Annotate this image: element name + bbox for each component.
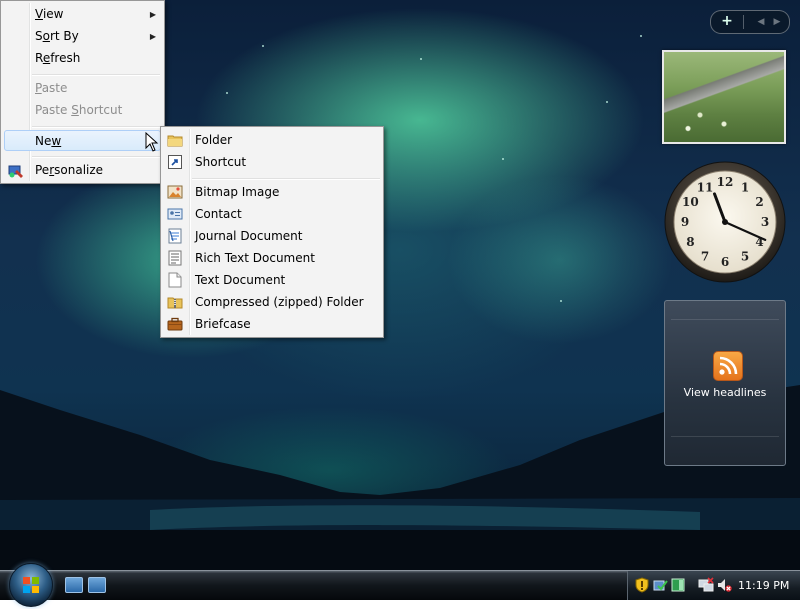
menu-item-label: New: [35, 134, 62, 148]
clock-gadget[interactable]: 1234567891011 12: [663, 160, 787, 284]
submenu-item-label: Rich Text Document: [195, 251, 315, 265]
divider: [743, 15, 744, 29]
add-gadget-button[interactable]: +: [717, 11, 737, 33]
clock-numeral: 11: [697, 180, 714, 194]
divider: [671, 436, 779, 437]
next-page-button[interactable]: ▶: [769, 11, 785, 33]
submenu-arrow-icon: ▶: [149, 32, 156, 41]
submenu-item-bitmap-image[interactable]: Bitmap Image: [164, 181, 380, 203]
submenu-item-text-document[interactable]: Text Document: [164, 269, 380, 291]
zip-folder-icon: [167, 297, 183, 309]
submenu-item-label: Bitmap Image: [195, 185, 280, 199]
divider: [671, 319, 779, 320]
feed-headlines-gadget[interactable]: View headlines: [664, 300, 786, 466]
menu-separator: [32, 74, 160, 76]
menu-item-label: Paste Shortcut: [35, 103, 123, 117]
submenu-item-label: Briefcase: [195, 317, 251, 331]
security-shield-icon[interactable]: [634, 577, 650, 593]
clock-numeral: 7: [701, 250, 709, 264]
bitmap-icon: [167, 185, 183, 199]
menu-separator: [32, 126, 160, 128]
folder-icon: [167, 135, 183, 147]
new-submenu: Folder Shortcut Bitmap Image Contact Jou…: [160, 126, 384, 338]
submenu-item-label: Folder: [195, 133, 233, 147]
clock-numeral: 10: [682, 195, 699, 209]
submenu-item-label: Contact: [195, 207, 242, 221]
view-headlines-link[interactable]: View headlines: [665, 386, 785, 399]
clock-numeral: 2: [755, 195, 763, 209]
submenu-item-contact[interactable]: Contact: [164, 203, 380, 225]
submenu-item-folder[interactable]: Folder: [164, 129, 380, 151]
menu-separator: [192, 178, 380, 180]
submenu-item-label: Journal Document: [195, 229, 303, 243]
menu-item-label: Refresh: [35, 51, 81, 65]
notification-area: 11:19 PM: [627, 571, 800, 600]
clock-numeral: 6: [721, 255, 729, 269]
clock-numeral: 3: [761, 215, 769, 229]
menu-item-new[interactable]: New: [4, 130, 161, 151]
rich-text-icon: [168, 250, 182, 266]
menu-item-label: Personalize: [35, 163, 104, 177]
start-button[interactable]: [9, 563, 53, 607]
menu-item-refresh[interactable]: Refresh: [4, 48, 161, 69]
text-document-icon: [168, 272, 182, 288]
journal-icon: [168, 228, 182, 244]
submenu-item-label: Compressed (zipped) Folder: [195, 295, 364, 309]
submenu-item-rich-text-document[interactable]: Rich Text Document: [164, 247, 380, 269]
volume-muted-icon[interactable]: [716, 577, 732, 593]
menu-item-sort-by[interactable]: Sort By ▶: [4, 26, 161, 47]
submenu-arrow-icon: ▶: [149, 10, 156, 19]
contact-icon: [167, 208, 183, 220]
menu-item-paste[interactable]: Paste: [4, 78, 161, 99]
slideshow-gadget[interactable]: [662, 50, 786, 144]
show-desktop-icon[interactable]: [65, 577, 83, 593]
menu-separator: [32, 156, 160, 158]
clock-numeral: 9: [681, 215, 689, 229]
menu-item-label: View: [35, 7, 64, 21]
clock-numeral: 5: [741, 250, 749, 264]
briefcase-icon: [167, 317, 183, 331]
menu-item-label: Sort By: [35, 29, 79, 43]
switch-windows-icon[interactable]: [88, 577, 106, 593]
previous-page-button[interactable]: ◀: [753, 11, 769, 33]
clock-numeral: 12: [717, 175, 734, 189]
menu-item-personalize[interactable]: Personalize: [4, 160, 161, 181]
network-icon[interactable]: [698, 577, 714, 593]
rss-feed-icon: [713, 351, 743, 381]
personalize-icon: [8, 165, 23, 178]
menu-item-label: Paste: [35, 81, 68, 95]
clock-time[interactable]: 11:19 PM: [738, 571, 789, 600]
menu-item-paste-shortcut[interactable]: Paste Shortcut: [4, 100, 161, 121]
clock-numeral: 8: [686, 235, 694, 249]
mouse-cursor-icon: [145, 132, 159, 152]
sidebar-tray-icon[interactable]: [670, 577, 686, 593]
submenu-item-briefcase[interactable]: Briefcase: [164, 313, 380, 335]
submenu-item-journal-document[interactable]: Journal Document: [164, 225, 380, 247]
submenu-item-label: Shortcut: [195, 155, 247, 169]
menu-item-view[interactable]: View ▶: [4, 4, 161, 25]
submenu-item-compressed-folder[interactable]: Compressed (zipped) Folder: [164, 291, 380, 313]
desktop-context-menu: View ▶ Sort By ▶ Refresh Paste Paste Sho…: [0, 0, 165, 184]
submenu-item-label: Text Document: [195, 273, 286, 287]
clock-numeral: 1: [741, 180, 749, 194]
submenu-item-shortcut[interactable]: Shortcut: [164, 151, 380, 173]
sidebar-controls: + ◀ ▶: [710, 10, 790, 34]
shortcut-icon: [168, 155, 182, 169]
windows-update-icon[interactable]: [652, 577, 668, 593]
